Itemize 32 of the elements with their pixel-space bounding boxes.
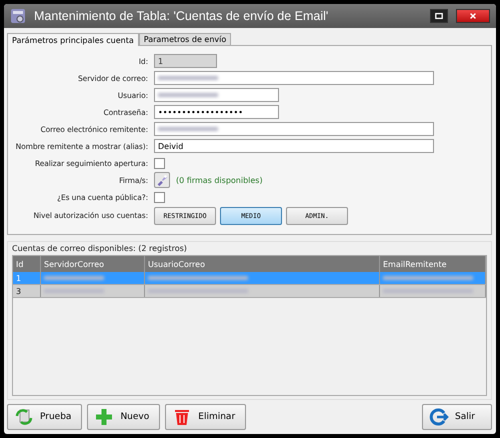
action-button[interactable]: Prueba	[7, 404, 82, 430]
input-field[interactable]: ••••••••••••••••••	[154, 105, 279, 119]
exit-button[interactable]: Salir	[422, 404, 492, 430]
tab[interactable]: Parametros de envío	[138, 33, 232, 45]
blurred-value	[158, 93, 218, 97]
input-field[interactable]	[154, 88, 279, 102]
input-field[interactable]	[154, 71, 434, 85]
window-title: Mantenimiento de Tabla: 'Cuentas de envío de Email'	[34, 9, 328, 23]
maximize-button[interactable]	[430, 9, 448, 23]
checkbox[interactable]	[154, 158, 165, 168]
tab[interactable]: Parámetros principales cuenta	[7, 33, 139, 46]
checkbox[interactable]	[154, 192, 165, 204]
group-title: Cuentas de correo disponibles: (2 registros)	[12, 244, 188, 253]
exit-arrow-icon	[429, 407, 449, 427]
plus-icon	[94, 407, 114, 427]
blurred-value	[44, 276, 104, 280]
input-field[interactable]	[154, 122, 434, 136]
close-icon	[469, 12, 477, 20]
signature-button[interactable]	[154, 172, 170, 188]
blurred-value	[158, 76, 218, 80]
table-cell: 1	[13, 272, 41, 284]
close-button[interactable]	[456, 9, 490, 23]
action-button[interactable]: Eliminar	[165, 404, 246, 430]
table-cell: 3	[13, 285, 41, 297]
table-gear-icon	[10, 8, 26, 24]
refresh-icon	[14, 407, 34, 427]
table-row[interactable]: 3	[13, 285, 486, 298]
action-button[interactable]: Nuevo	[87, 404, 160, 430]
maximize-icon	[435, 12, 443, 20]
input-field[interactable]: Deivid	[154, 139, 434, 153]
blurred-value	[158, 127, 218, 131]
signature-count: (0 firmas disponibles)	[176, 176, 263, 185]
